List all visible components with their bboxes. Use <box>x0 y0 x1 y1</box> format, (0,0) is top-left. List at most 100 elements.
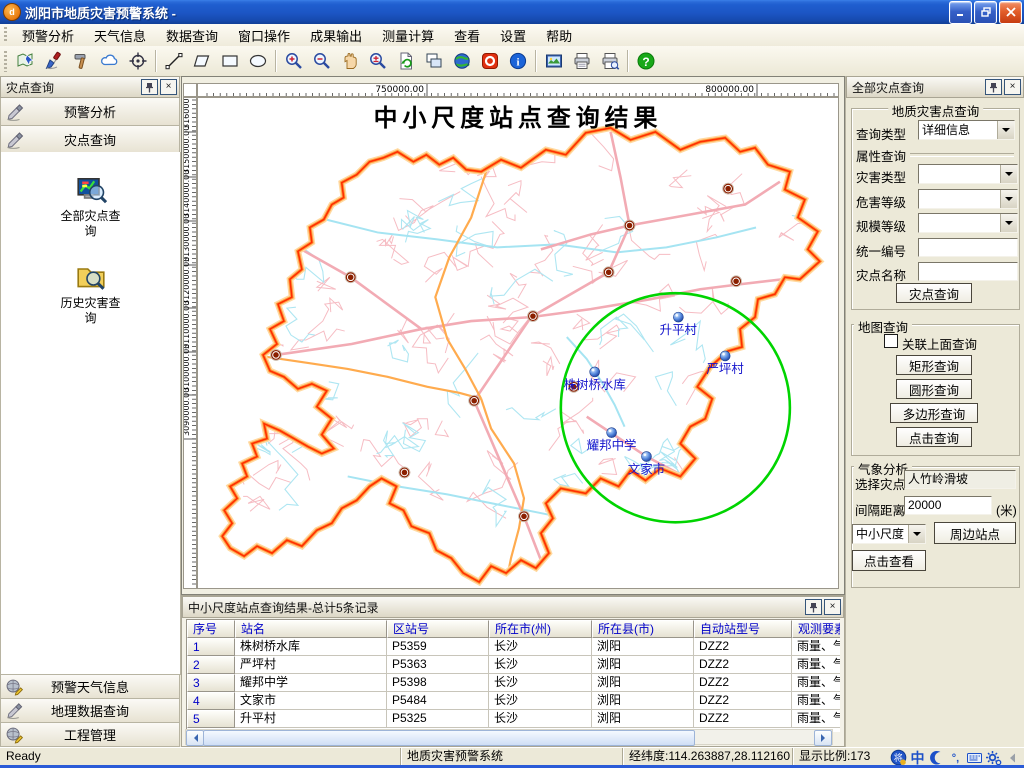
危害等级-combo[interactable] <box>918 189 1018 209</box>
select-point-field[interactable]: 人竹岭滑坡 <box>904 470 1016 489</box>
column-header-所在市(州)[interactable]: 所在市(州) <box>489 620 592 638</box>
矩形查询-button[interactable]: 矩形查询 <box>896 355 972 375</box>
chevron-down-icon[interactable] <box>908 525 925 543</box>
disaster-point-marker[interactable] <box>518 511 529 522</box>
stop-record-button[interactable] <box>476 48 504 75</box>
collapse-arrow-icon[interactable] <box>1003 748 1022 766</box>
link-above-checkbox[interactable] <box>884 334 898 348</box>
nearby-stations-button[interactable]: 周边站点 <box>934 522 1016 544</box>
chinese-mode-icon[interactable]: 中 <box>908 748 927 766</box>
disaster-query-button[interactable]: 灾点查询 <box>896 283 972 303</box>
close-icon[interactable]: × <box>160 79 177 95</box>
pin-icon[interactable] <box>805 599 822 615</box>
column-header-区站号[interactable]: 区站号 <box>387 620 489 638</box>
chevron-down-icon[interactable] <box>1000 190 1017 208</box>
sidebar-section-灾点查询[interactable]: 灾点查询 <box>0 126 180 154</box>
disaster-point-marker[interactable] <box>731 276 742 287</box>
sidebar-section-预警分析[interactable]: 预警分析 <box>0 98 180 126</box>
menu-item-9[interactable]: 帮助 <box>536 24 582 47</box>
soft-keyboard-icon[interactable] <box>965 748 984 766</box>
brush-button[interactable] <box>40 48 68 75</box>
export-image-button[interactable] <box>540 48 568 75</box>
圆形查询-button[interactable]: 圆形查询 <box>896 379 972 399</box>
menu-item-6[interactable]: 测量计算 <box>372 24 444 47</box>
chevron-down-icon[interactable] <box>1000 214 1017 232</box>
ime-logo-icon[interactable]: 将 <box>889 748 908 766</box>
help-button[interactable]: ? <box>632 48 660 75</box>
disaster-point-marker[interactable] <box>469 395 480 406</box>
menu-grip[interactable] <box>4 27 7 42</box>
sidebar-section-地理数据查询[interactable]: 地理数据查询 <box>0 699 180 723</box>
settings-gear-icon[interactable] <box>984 748 1003 766</box>
disaster-point-marker[interactable] <box>603 267 614 278</box>
disaster-point-marker[interactable] <box>345 272 356 283</box>
menu-item-2[interactable]: 天气信息 <box>84 24 156 47</box>
sidebar-section-预警天气信息[interactable]: 预警天气信息 <box>0 675 180 699</box>
disaster-point-marker[interactable] <box>271 349 282 360</box>
chevron-down-icon[interactable] <box>997 121 1014 139</box>
sidebar-item-全部灾点查询[interactable]: 全部灾点查询 <box>1 174 180 239</box>
hammer-button[interactable] <box>68 48 96 75</box>
灾点名称-input[interactable] <box>918 262 1018 281</box>
close-icon[interactable]: × <box>824 599 841 615</box>
chevron-down-icon[interactable] <box>1000 165 1017 183</box>
cloud-button[interactable] <box>96 48 124 75</box>
规模等级-combo[interactable] <box>918 213 1018 233</box>
table-hscrollbar[interactable] <box>185 729 833 745</box>
draw-rect-button[interactable] <box>216 48 244 75</box>
close-icon[interactable]: × <box>1004 79 1021 95</box>
locate-button[interactable] <box>124 48 152 75</box>
map-canvas[interactable]: 升平村严坪村株树桥水库耀邦中学文家市中小尺度站点查询结果 <box>197 97 839 589</box>
minimize-button[interactable] <box>949 1 972 24</box>
menu-item-5[interactable]: 成果输出 <box>300 24 372 47</box>
table-row[interactable]: 2严坪村P5363长沙浏阳DZZ2雨量、气 <box>187 656 840 674</box>
map-svg[interactable]: 升平村严坪村株树桥水库耀邦中学文家市中小尺度站点查询结果 <box>198 98 838 588</box>
scroll-left-button[interactable] <box>186 730 204 746</box>
warning-map-button[interactable] <box>12 48 40 75</box>
多边形查询-button[interactable]: 多边形查询 <box>890 403 978 423</box>
scale-combo[interactable]: 中小尺度 <box>852 524 926 544</box>
refresh-page-button[interactable] <box>392 48 420 75</box>
disaster-point-marker[interactable] <box>723 183 734 194</box>
draw-ellipse-button[interactable] <box>244 48 272 75</box>
column-header-自动站型号[interactable]: 自动站型号 <box>694 620 792 638</box>
disaster-point-marker[interactable] <box>527 311 538 322</box>
sidebar-section-工程管理[interactable]: 工程管理 <box>0 723 180 747</box>
disaster-point-marker[interactable] <box>624 220 635 231</box>
menu-item-3[interactable]: 数据查询 <box>156 24 228 47</box>
column-header-序号[interactable]: 序号 <box>187 620 235 638</box>
scrollbar-thumb[interactable] <box>203 730 695 746</box>
table-row[interactable]: 4文家市P5484长沙浏阳DZZ2雨量、气 <box>187 692 840 710</box>
distance-input[interactable]: 20000 <box>904 496 992 515</box>
print-preview-button[interactable] <box>596 48 624 75</box>
column-header-所在县(市)[interactable]: 所在县(市) <box>592 620 694 638</box>
zoom-extent-button[interactable] <box>364 48 392 75</box>
draw-polygon-button[interactable] <box>188 48 216 75</box>
restore-button[interactable] <box>974 1 997 24</box>
punctuation-icon[interactable]: °, <box>946 748 965 766</box>
toolbar-grip[interactable] <box>4 51 7 72</box>
globe-button[interactable] <box>448 48 476 75</box>
灾害类型-combo[interactable] <box>918 164 1018 184</box>
zoom-in-button[interactable] <box>280 48 308 75</box>
view-button[interactable]: 点击查看 <box>852 550 926 571</box>
table-row[interactable]: 5升平村P5325长沙浏阳DZZ2雨量、气 <box>187 710 840 728</box>
column-header-站名[interactable]: 站名 <box>235 620 387 638</box>
sidebar-item-历史灾害查询[interactable]: 历史灾害查询 <box>1 261 180 326</box>
统一编号-input[interactable] <box>918 238 1018 257</box>
menu-item-7[interactable]: 查看 <box>444 24 490 47</box>
close-button[interactable] <box>999 1 1022 24</box>
pan-button[interactable] <box>336 48 364 75</box>
fullwidth-icon[interactable] <box>927 748 946 766</box>
pin-icon[interactable] <box>141 79 158 95</box>
table-row[interactable]: 3耀邦中学P5398长沙浏阳DZZ2雨量、气 <box>187 674 840 692</box>
点击查询-button[interactable]: 点击查询 <box>896 427 972 447</box>
print-button[interactable] <box>568 48 596 75</box>
menu-item-8[interactable]: 设置 <box>490 24 536 47</box>
draw-line-button[interactable] <box>160 48 188 75</box>
menu-item-1[interactable]: 预警分析 <box>12 24 84 47</box>
info-button[interactable]: i <box>504 48 532 75</box>
menu-item-4[interactable]: 窗口操作 <box>228 24 300 47</box>
column-header-观测要素[interactable]: 观测要素 <box>792 620 840 638</box>
layers-button[interactable] <box>420 48 448 75</box>
